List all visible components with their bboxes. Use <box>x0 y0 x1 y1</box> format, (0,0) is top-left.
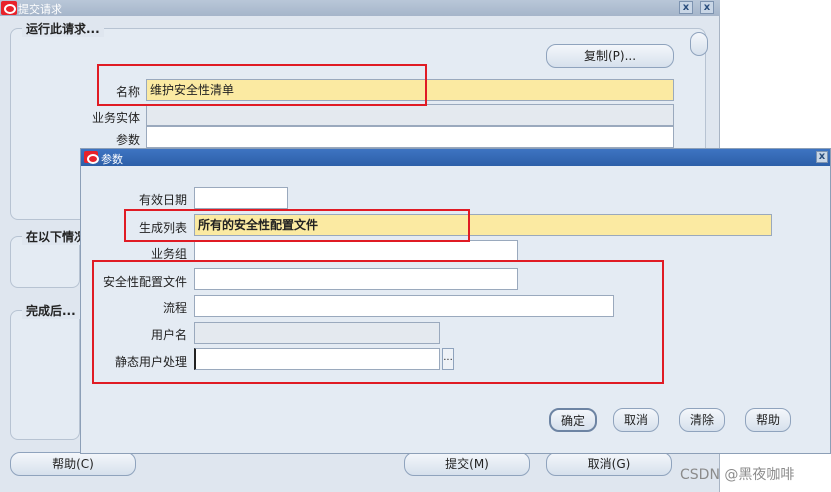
annotation-box-name <box>97 64 427 106</box>
parameters-label: 参数 <box>115 133 140 147</box>
copy-button[interactable]: 复制(P)... <box>546 44 674 68</box>
operating-unit-label: 业务实体 <box>91 111 140 125</box>
annotation-box-generate-list <box>124 209 470 242</box>
side-button[interactable] <box>690 32 708 56</box>
close-icon[interactable]: x <box>679 1 693 14</box>
cancel-button[interactable]: 取消(G) <box>546 452 672 476</box>
dialog-cancel-button[interactable]: 取消 <box>613 408 659 432</box>
run-request-heading: 运行此请求... <box>22 20 104 37</box>
ok-button[interactable]: 确定 <box>549 408 597 432</box>
help-button[interactable]: 帮助(C) <box>10 452 136 476</box>
annotation-box-parameters <box>92 260 664 384</box>
oracle-logo-icon <box>1 1 17 15</box>
oracle-logo-icon <box>84 151 99 164</box>
submit-button[interactable]: 提交(M) <box>404 452 530 476</box>
watermark-text: CSDN @黑夜咖啡 <box>680 467 795 483</box>
close-icon[interactable]: x <box>816 151 828 163</box>
close-icon[interactable]: x <box>700 1 714 14</box>
completion-heading: 完成后... <box>22 302 80 319</box>
window-title: 提交请求 <box>18 3 62 16</box>
effective-date-field[interactable] <box>194 187 288 209</box>
clear-button[interactable]: 清除 <box>679 408 725 432</box>
business-group-field[interactable] <box>194 240 518 262</box>
completion-group <box>10 310 80 440</box>
dialog-help-button[interactable]: 帮助 <box>745 408 791 432</box>
parameters-field[interactable] <box>146 126 674 148</box>
effective-date-label: 有效日期 <box>138 193 187 207</box>
dialog-title: 参数 <box>101 153 123 166</box>
operating-unit-field[interactable] <box>146 104 674 126</box>
window-titlebar: 提交请求 x x <box>0 0 720 16</box>
dialog-titlebar: 参数 x <box>81 149 830 166</box>
